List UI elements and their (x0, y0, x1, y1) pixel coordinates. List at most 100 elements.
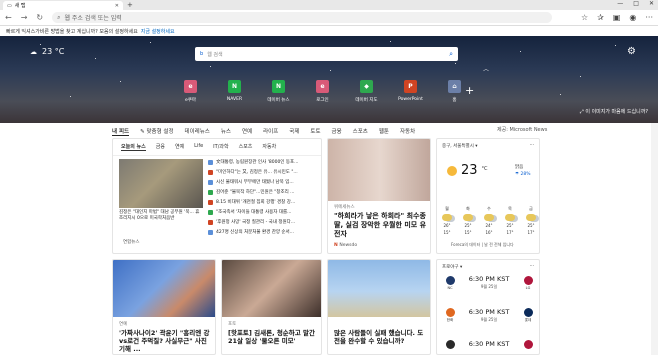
news-tab[interactable]: 금융 (156, 143, 165, 151)
news-tab[interactable]: 스포츠 (239, 143, 253, 151)
tile-label: 데이버 뉴스 (267, 98, 290, 103)
nav-tab[interactable]: 연예 (242, 127, 252, 135)
close-tab-icon[interactable]: ✕ (115, 3, 119, 9)
publisher-icon (208, 159, 213, 165)
gear-icon[interactable]: ⚙ (627, 46, 636, 57)
quick-link[interactable]: e 로그인 (302, 80, 343, 103)
article-title: 많은 사람들이 실패 했습니다. 도전을 완수할 수 있습니까? (334, 329, 424, 345)
partly-cloudy-icon (442, 214, 452, 221)
hero-weather[interactable]: ☁ 23 °C (30, 47, 64, 56)
nav-tab[interactable]: 라이프 (263, 127, 278, 135)
quick-link[interactable]: N 데이버 뉴스 (258, 80, 299, 103)
headline-text: 김어준 "불북작 하단"...민원은 "창조리 ... (216, 190, 295, 195)
publisher-icon (208, 229, 213, 235)
news-tab[interactable]: 오늘의 뉴스 (121, 143, 146, 151)
search-submit-icon[interactable]: ⌕ (449, 50, 453, 59)
nav-tab[interactable]: 웹툰 (379, 127, 389, 135)
back-icon[interactable]: ← (5, 13, 12, 22)
headline-item[interactable]: 시신 불태워시 부부에만 태웠나 남북 입... (208, 177, 320, 187)
feature-publisher-name: Newsdo (339, 243, 358, 248)
scrollbar[interactable] (651, 123, 658, 355)
article-card[interactable]: 연예 '가짜사나이2' 곽윤기 "흥리엔 강vs로건 주먹질? 사실무근" 사진… (112, 259, 216, 355)
headline-item[interactable]: "조국족서 '차이들 대통령 사용자 대를... (208, 207, 320, 217)
background-caption-text: 이 이미지가 마음에 드십니까? (585, 109, 648, 115)
headline-item[interactable]: 文대통령, 농림원장관 인사 '8000인 동포... (208, 157, 320, 167)
feature-category: 위에세뉴스 (334, 205, 355, 210)
profile-icon[interactable]: ◉ (629, 13, 636, 22)
game-row[interactable]: 한화 6:30 PM KST 9월 25일 롯데 (443, 308, 535, 323)
favorite-icon[interactable]: ☆ (581, 13, 588, 22)
feature-image (328, 139, 430, 201)
refresh-icon[interactable]: ↻ (36, 13, 43, 22)
sports-league[interactable]: 프로야구 ▾ (442, 264, 462, 270)
quick-link[interactable]: e e쿠마 (170, 80, 211, 103)
close-window-icon[interactable]: ✕ (649, 0, 654, 7)
headline-item[interactable]: 8.15 비대위 '개천절 집회 강행' 경찰 강... (208, 197, 320, 207)
tile-label: PowerPoint (398, 97, 423, 102)
article-category: 연예 (119, 322, 128, 327)
forecast-low: 15° (443, 230, 451, 235)
current-temp: 23 (461, 163, 478, 178)
headline-item[interactable]: 김어준 "불북작 하단"...민원은 "창조리 ... (208, 187, 320, 197)
away-team: 롯데 (521, 308, 535, 323)
nav-tab[interactable]: 자동차 (400, 127, 415, 135)
nav-tab[interactable]: 토토 (310, 127, 320, 135)
game-time: 6:30 PM KST (469, 341, 510, 348)
forecast-day-name: 월 (445, 206, 449, 211)
tab-new[interactable]: ▭ 새 탭 ✕ (3, 1, 123, 10)
headline-item[interactable]: 427명 신상의 처분처불 환경 찬양 순서... (208, 227, 320, 237)
new-tab-button[interactable]: + (127, 1, 133, 9)
news-tab[interactable]: Life (194, 143, 203, 151)
quick-link[interactable]: N NAVER (214, 80, 255, 103)
collections-icon[interactable]: ▣ (613, 13, 621, 22)
news-image[interactable] (119, 159, 203, 208)
nav-tab[interactable]: 뉴스 (221, 127, 231, 135)
address-bar[interactable]: ⌕ 웹 주소 검색 또는 입력 (52, 12, 553, 23)
headline-item[interactable]: "미인하다"는 又, 김정은 유... 유시민도 "... (208, 167, 320, 177)
feature-article-card[interactable]: 위에세뉴스 "하희라가 낳은 하희라" 최수종 딸, 실검 장악한 우월한 미모… (327, 138, 431, 254)
article-card[interactable]: 포토 [핫포토] 김새론, 청순하고 말간 21살 일상 '물오른 미모' (221, 259, 322, 355)
background-caption[interactable]: ⤢ 이 이미지가 마음에 드십니까? (580, 108, 648, 115)
chevron-up-icon[interactable]: ︿ (483, 64, 489, 73)
forward-icon[interactable]: → (21, 13, 28, 22)
away-team: LG (521, 276, 535, 290)
menu-icon[interactable]: ··· (645, 13, 653, 22)
web-search-input[interactable]: b 웹 검색 ⌕ (195, 47, 458, 61)
team-name: NC (447, 286, 453, 290)
nav-tab[interactable]: 금융 (332, 127, 342, 135)
more-options-icon[interactable]: ··· (530, 143, 534, 149)
maximize-icon[interactable]: □ (633, 0, 639, 7)
minimize-icon[interactable]: — (617, 0, 623, 7)
news-source: 연합뉴스 (123, 240, 140, 245)
sports-card[interactable]: 프로야구 ▾ ··· NC 6:30 PM KST 9월 25일 LG 한화 6:… (436, 259, 540, 355)
weather-card[interactable]: 중구, 서울특별시 ▾ ··· 23 °C 맑음 ☂ 28% 월 26° 15° 화… (436, 138, 540, 254)
game-row[interactable]: NC 6:30 PM KST 9월 25일 LG (443, 276, 535, 290)
article-category: 포토 (228, 322, 237, 327)
favorites-list-icon[interactable]: ✰ (597, 13, 604, 22)
article-image (328, 260, 430, 317)
news-tab[interactable]: 연예 (175, 143, 184, 151)
weather-location[interactable]: 중구, 서울특별시 ▾ (442, 143, 478, 149)
info-link[interactable]: 지금 설정하세요 (141, 28, 175, 35)
nav-tab[interactable]: ✎ 맞춤형 설정 (140, 127, 173, 135)
game-date: 9월 25일 (480, 316, 498, 322)
nav-tab[interactable]: 데이레뉴스 (185, 127, 210, 135)
news-tab[interactable]: 자동차 (262, 143, 276, 151)
nav-tab[interactable]: 스포츠 (353, 127, 368, 135)
nav-tab[interactable]: 내 피드 (112, 127, 130, 136)
more-options-icon[interactable]: ··· (530, 264, 534, 270)
info-text: 빠르게 익셔스가비른 방법을 찾고 계십니까? 모음의 설정하세요 (6, 28, 138, 35)
team-logo-icon (445, 340, 455, 349)
quick-link[interactable]: P PowerPoint (390, 80, 431, 103)
news-image-caption[interactable]: 김정은 "대인지 마법" 대남 공무원 '북... 휴 조리지시 0으로 미국학… (119, 210, 203, 222)
hero-background: ☁ 23 °C ⚙ b 웹 검색 ⌕ ︿ e e쿠마 N NAVER N 데이버 뉴스… (0, 36, 658, 123)
forecast-day: 화 25° 15° (463, 206, 473, 235)
news-tab[interactable]: IT/과학 (213, 143, 228, 151)
article-card[interactable]: 많은 사람들이 실패 했습니다. 도전을 완수할 수 있습니까? (327, 259, 431, 355)
nav-tab[interactable]: 국제 (289, 127, 299, 135)
toolbar: ← → ↻ ⌕ 웹 주소 검색 또는 입력 ☆ ✰ ▣ ◉ ··· (0, 10, 658, 26)
add-shortcut-button[interactable]: + (465, 84, 474, 97)
headline-item[interactable]: '후원정 사망' 국정 질관리 - 국내 정원다... (208, 217, 320, 227)
game-row[interactable]: 6:30 PM KST (443, 340, 535, 349)
quick-link[interactable]: ◆ 데이버 지도 (346, 80, 387, 103)
